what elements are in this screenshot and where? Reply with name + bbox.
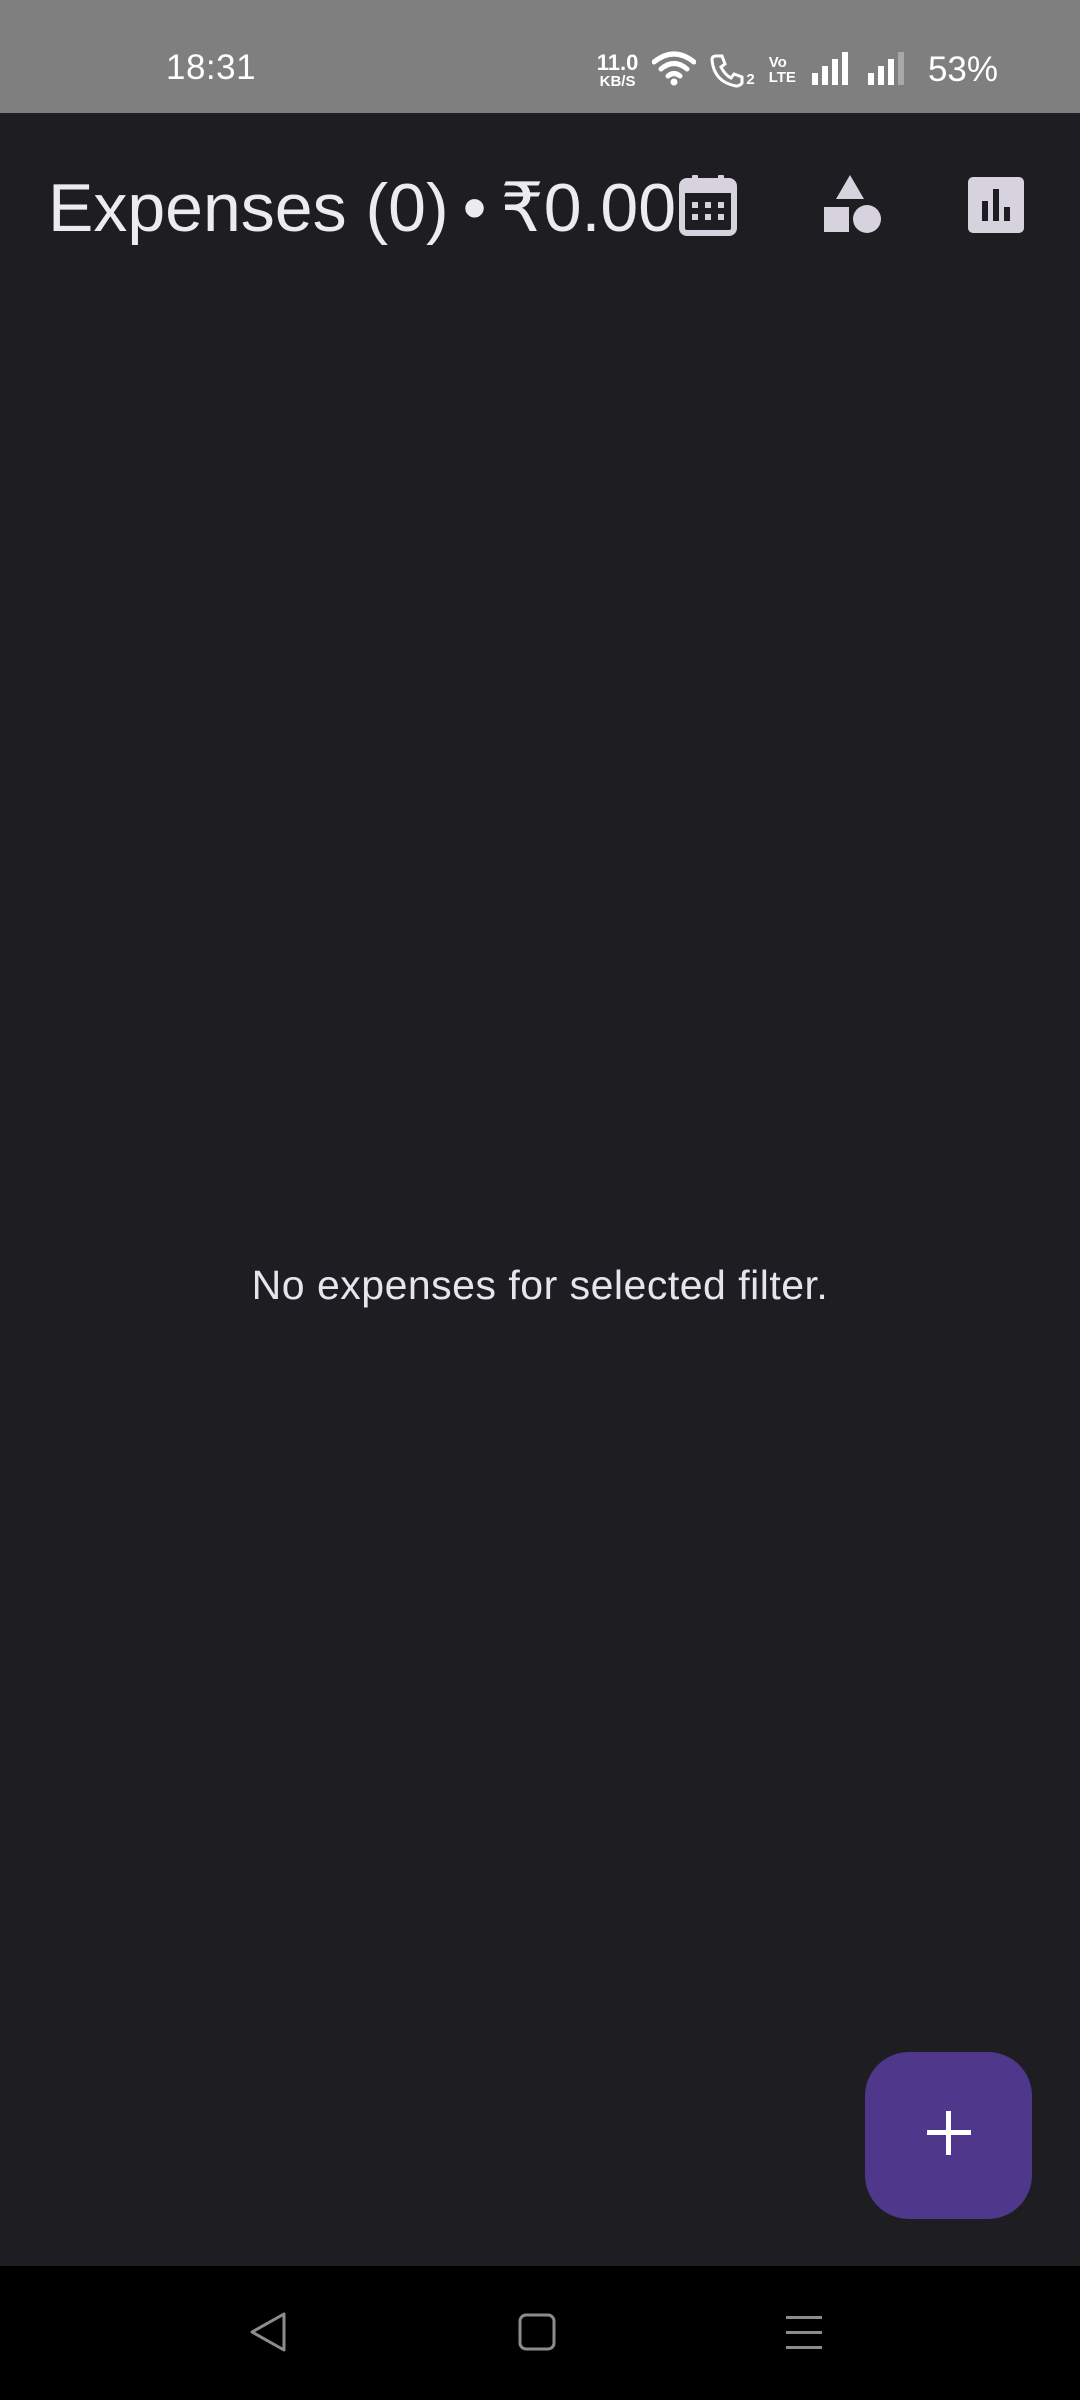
date-filter-button[interactable] bbox=[672, 171, 744, 243]
title-separator: • bbox=[462, 170, 487, 246]
wifi-call-icon: 2 bbox=[710, 52, 755, 88]
home-icon bbox=[517, 2312, 557, 2357]
nav-home-button[interactable] bbox=[509, 2306, 565, 2362]
expenses-count-title: Expenses (0) bbox=[48, 170, 449, 246]
wifi-icon bbox=[651, 50, 697, 91]
battery-level: 53% bbox=[927, 50, 998, 89]
sim-badge: 2 bbox=[746, 71, 755, 88]
status-icons: 11.0 KB/S 2 Vo LTE 53% bbox=[597, 46, 998, 94]
volte-bottom-label: LTE bbox=[768, 69, 796, 86]
nav-recents-button[interactable] bbox=[776, 2306, 832, 2362]
add-expense-button[interactable] bbox=[865, 2052, 1032, 2219]
empty-state-message: No expenses for selected filter. bbox=[251, 1262, 829, 1308]
network-speed-value: 11.0 bbox=[596, 49, 639, 75]
expenses-total: ₹0.00 bbox=[500, 170, 677, 246]
status-time: 18:31 bbox=[166, 48, 257, 87]
bar-chart-icon bbox=[968, 176, 1024, 238]
network-speed-unit: KB/S bbox=[599, 72, 636, 90]
signal-icon-sim1 bbox=[810, 51, 852, 90]
network-speed: 11.0 KB/S bbox=[596, 49, 639, 90]
category-shapes-icon bbox=[822, 174, 882, 240]
back-icon bbox=[248, 2311, 288, 2358]
status-bar: 18:31 11.0 KB/S 2 Vo LTE 53% bbox=[0, 0, 1080, 113]
recents-icon bbox=[784, 2312, 824, 2357]
plus-icon bbox=[925, 2109, 973, 2162]
app-bar: Expenses (0) • ₹0.00 bbox=[0, 113, 1080, 303]
system-nav-bar bbox=[0, 2266, 1080, 2400]
category-filter-button[interactable] bbox=[816, 171, 888, 243]
statistics-button[interactable] bbox=[960, 171, 1032, 243]
signal-icon-sim2 bbox=[866, 51, 908, 90]
volte-top-label: Vo bbox=[768, 54, 787, 71]
nav-back-button[interactable] bbox=[240, 2306, 296, 2362]
page-title: Expenses (0) • ₹0.00 bbox=[48, 169, 676, 248]
volte-indicator: Vo LTE bbox=[769, 55, 796, 85]
calendar-icon bbox=[679, 174, 737, 241]
